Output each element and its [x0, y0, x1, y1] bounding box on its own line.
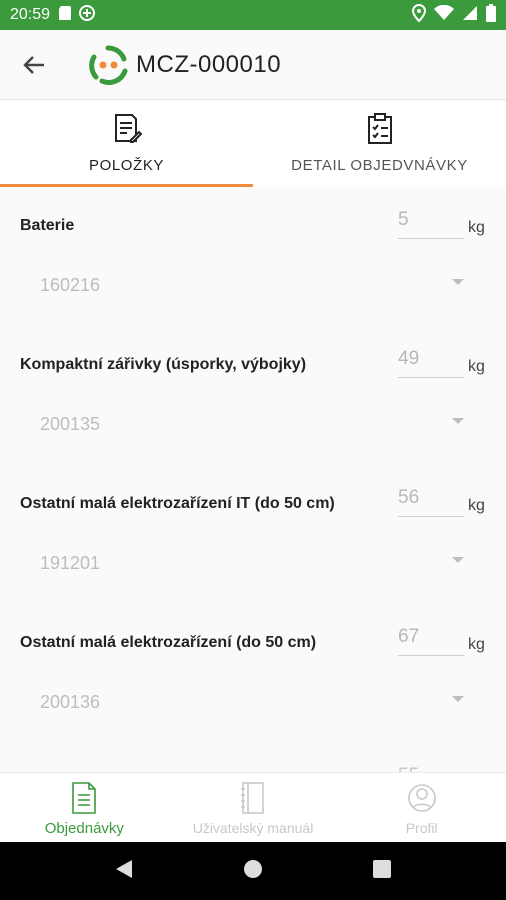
status-time: 20:59: [10, 6, 51, 23]
quantity-input[interactable]: 67: [398, 622, 464, 656]
nav-label: Profil: [405, 820, 438, 836]
cell-signal-icon: [462, 5, 478, 26]
list-item: Baterie 5 kg 160216: [0, 187, 506, 326]
sd-card-icon: [58, 5, 72, 26]
item-name: Baterie: [20, 217, 75, 234]
quantity-value: 56: [398, 487, 420, 508]
quantity-input[interactable]: 5: [398, 205, 464, 239]
waste-code-select[interactable]: 191201: [40, 553, 100, 574]
status-bar: 20:59: [0, 0, 506, 30]
app-logo: [88, 44, 128, 85]
item-name: Kompaktní zářivky (úsporky, výbojky): [20, 356, 307, 373]
app-bar: MCZ-000010: [0, 30, 506, 100]
system-recents-icon[interactable]: [373, 859, 391, 883]
nav-objednavky[interactable]: Objednávky: [0, 773, 169, 842]
tab-polozky[interactable]: POLOŽKY: [0, 101, 253, 187]
battery-icon: [486, 3, 496, 27]
dropdown-arrow-icon[interactable]: [452, 279, 464, 285]
nav-profil[interactable]: Profil: [337, 773, 506, 842]
document-edit-icon: [114, 114, 142, 143]
profile-user-icon: [407, 784, 436, 812]
quantity-value: 67: [398, 626, 420, 647]
orders-document-icon: [72, 782, 97, 814]
waste-code-select[interactable]: 200136: [40, 692, 100, 713]
tab-label: DETAIL OBJEDVNÁVKY: [291, 157, 468, 174]
quantity-input[interactable]: 49: [398, 344, 464, 378]
location-icon: [411, 3, 427, 27]
unit-label: kg: [468, 219, 485, 236]
system-back-icon[interactable]: [115, 859, 133, 884]
wifi-icon: [434, 4, 454, 26]
dropdown-arrow-icon[interactable]: [452, 557, 464, 563]
clipboard-check-icon: [367, 113, 392, 144]
unit-label: kg: [468, 636, 485, 653]
tab-detail-objednavky[interactable]: DETAIL OBJEDVNÁVKY: [253, 101, 506, 187]
dropdown-arrow-icon[interactable]: [452, 418, 464, 424]
list-item: Ostatní malá elektrozařízení IT (do 50 c…: [0, 465, 506, 604]
back-button[interactable]: [14, 45, 54, 85]
waste-code-select[interactable]: 160216: [40, 275, 100, 296]
nav-label: Objednávky: [44, 820, 124, 837]
bottom-navigation: Objednávky Uživatelský manuál Profil: [0, 772, 506, 842]
arrow-back-icon: [23, 55, 44, 74]
unit-label: kg: [468, 358, 485, 375]
nav-uzivatelsky-manual[interactable]: Uživatelský manuál: [169, 773, 338, 842]
manual-notebook-icon: [241, 782, 264, 814]
quantity-value: 49: [398, 348, 420, 369]
tab-bar: POLOŽKY DETAIL OBJEDVNÁVKY: [0, 101, 506, 187]
tab-label: POLOŽKY: [88, 157, 165, 174]
item-name: Ostatní malá elektrozařízení IT (do 50 c…: [20, 495, 335, 512]
nav-label: Uživatelský manuál: [192, 820, 314, 836]
waste-code-select[interactable]: 200135: [40, 414, 100, 435]
unit-label: kg: [468, 497, 485, 514]
items-list: Baterie 5 kg 160216 Kompaktní zářivky (ú…: [0, 187, 506, 772]
item-name: Ostatní malá elektrozařízení (do 50 cm): [20, 634, 317, 651]
data-saver-icon: [78, 4, 96, 27]
quantity-input[interactable]: 56: [398, 483, 464, 517]
page-title: MCZ-000010: [136, 50, 282, 78]
list-item: Kompaktní zářivky (úsporky, výbojky) 49 …: [0, 326, 506, 465]
dropdown-arrow-icon[interactable]: [452, 696, 464, 702]
list-item: Ostatní malá elektrozařízení (do 50 cm) …: [0, 604, 506, 743]
system-navigation-bar: [0, 842, 506, 900]
system-home-icon[interactable]: [243, 859, 263, 884]
quantity-value: 5: [398, 209, 409, 230]
